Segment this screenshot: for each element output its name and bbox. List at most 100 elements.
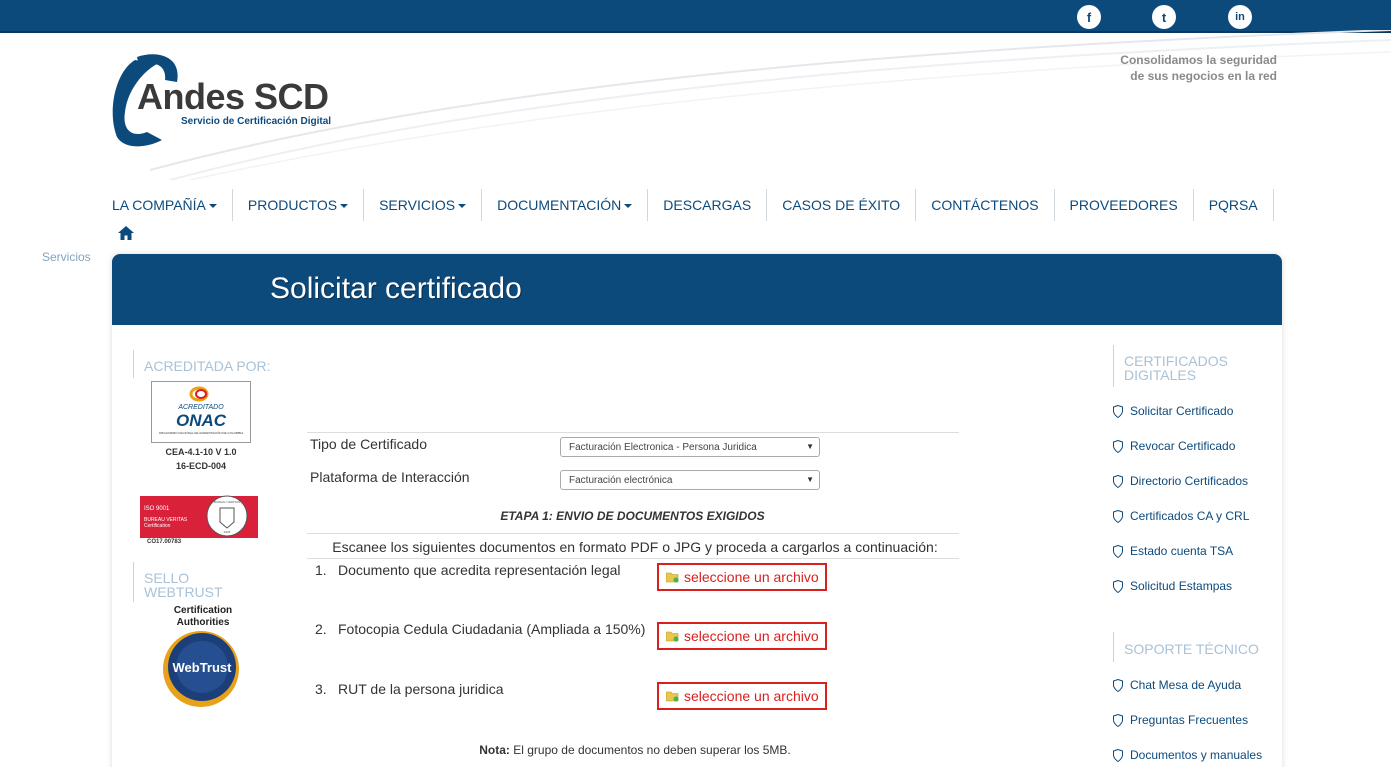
dropdown-arrow-icon: ▼: [806, 442, 814, 451]
nav-casos-de-exito[interactable]: CASOS DE ÉXITO: [767, 189, 917, 221]
cert-code-2: 16-ECD-004: [175, 461, 227, 471]
upload-button-2[interactable]: seleccione un archivo: [657, 622, 827, 650]
accredited-heading: ACREDITADA POR:: [133, 350, 271, 378]
link-label: Directorio Certificados: [1130, 474, 1249, 488]
doc-number: 3.: [315, 681, 327, 697]
webtrust-heading: SELLO WEBTRUST: [133, 562, 223, 602]
webtrust-seal-icon[interactable]: WebTrust: [162, 630, 240, 708]
tipo-select-value: Facturación Electronica - Persona Juridi…: [569, 442, 757, 453]
twitter-icon[interactable]: t: [1152, 5, 1176, 29]
upload-button-label: seleccione un archivo: [684, 628, 819, 644]
nav-productos[interactable]: PRODUCTOS: [233, 189, 365, 221]
link-chat-mesa-ayuda[interactable]: Chat Mesa de Ayuda: [1113, 678, 1241, 692]
onac-logo: ACREDITADO ONAC ORGANISMO NACIONAL DE AC…: [151, 381, 251, 443]
upload-button-label: seleccione un archivo: [684, 688, 819, 704]
doc-text: Documento que acredita representación le…: [338, 562, 621, 578]
link-label: Preguntas Frecuentes: [1130, 713, 1249, 727]
shield-icon: [1113, 439, 1123, 453]
iso-line-3: Certification: [144, 523, 171, 529]
document-label-1: 1. Documento que acredita representación …: [315, 562, 621, 578]
webtrust-heading-1: SELLO: [144, 570, 190, 586]
top-bar: f t in: [0, 0, 1391, 33]
shield-icon: [1113, 678, 1123, 692]
nav-servicios[interactable]: SERVICIOS: [364, 189, 483, 221]
link-label: Documentos y manuales: [1130, 748, 1263, 762]
nav-label: CASOS DE ÉXITO: [782, 197, 901, 213]
onac-top-text: ACREDITADO: [177, 404, 224, 411]
folder-add-icon: [666, 631, 679, 641]
caret-down-icon: [340, 204, 349, 208]
brand-subtitle: Servicio de Certificación Digital: [181, 116, 332, 127]
plataforma-label: Plataforma de Interacción: [310, 469, 470, 485]
certificados-heading-2: DIGITALES: [1124, 367, 1197, 383]
note-text: El grupo de documentos no deben superar …: [509, 743, 791, 757]
link-label: Revocar Certificado: [1130, 439, 1236, 453]
upload-button-label: seleccione un archivo: [684, 569, 819, 585]
link-estado-cuenta-tsa[interactable]: Estado cuenta TSA: [1113, 544, 1233, 558]
link-label: Certificados CA y CRL: [1130, 509, 1250, 523]
cert-code-1: CEA-4.1-10 V 1.0: [165, 447, 237, 457]
upload-button-3[interactable]: seleccione un archivo: [657, 682, 827, 710]
webtrust-heading-2: WEBTRUST: [144, 584, 223, 600]
iso-9001-badge-icon: ISO 9001 BUREAU VERITAS Certification BU…: [140, 495, 258, 538]
folder-add-icon: [666, 572, 679, 582]
breadcrumb[interactable]: Servicios: [42, 250, 91, 264]
document-label-2: 2. Fotocopia Cedula Ciudadania (Ampliada …: [315, 621, 645, 637]
page-title: Solicitar certificado: [270, 272, 522, 305]
link-solicitar-certificado[interactable]: Solicitar Certificado: [1113, 404, 1233, 418]
tagline-line-1: Consolidamos la seguridad: [1120, 53, 1277, 67]
doc-number: 1.: [315, 562, 327, 578]
webtrust-seal-text: WebTrust: [173, 660, 233, 675]
cert-code: CEA-4.1-10 V 1.0 16-ECD-004: [151, 445, 251, 473]
webtrust-label-1: Certification: [173, 605, 233, 616]
nav-descargas[interactable]: DESCARGAS: [648, 189, 768, 221]
link-revocar-certificado[interactable]: Revocar Certificado: [1113, 439, 1235, 453]
iso-seal-text: BUREAU VERITAS: [214, 500, 240, 504]
onac-seal-icon: ACREDITADO ONAC ORGANISMO NACIONAL DE AC…: [159, 386, 243, 435]
nav-contactenos[interactable]: CONTÁCTENOS: [916, 189, 1055, 221]
iso-code: CO17.00783: [147, 539, 182, 545]
certificados-heading-1: CERTIFICADOS: [1124, 353, 1228, 369]
plataforma-select[interactable]: Facturación electrónica ▼: [560, 470, 820, 490]
tagline-line-2: de sus negocios en la red: [1130, 69, 1277, 83]
home-icon[interactable]: [118, 226, 134, 240]
shield-icon: [1113, 579, 1123, 593]
nav-label: CONTÁCTENOS: [931, 197, 1039, 213]
link-label: Estado cuenta TSA: [1130, 544, 1234, 558]
shield-icon: [1113, 474, 1123, 488]
tipo-select[interactable]: Facturación Electronica - Persona Juridi…: [560, 437, 820, 457]
size-note: Nota: El grupo de documentos no deben su…: [310, 743, 960, 757]
tipo-label: Tipo de Certificado: [310, 436, 427, 452]
link-certificados-ca-crl[interactable]: Certificados CA y CRL: [1113, 509, 1249, 523]
nav-documentacion[interactable]: DOCUMENTACIÓN: [482, 189, 649, 221]
facebook-icon[interactable]: f: [1077, 5, 1101, 29]
shield-icon: [1113, 404, 1123, 418]
doc-number: 2.: [315, 621, 327, 637]
brand-name[interactable]: Andes SCD: [137, 76, 329, 118]
certificados-heading: CERTIFICADOS DIGITALES: [1113, 345, 1228, 387]
iso-year: 1828: [224, 530, 231, 534]
soporte-heading: SOPORTE TÉCNICO: [1113, 632, 1259, 662]
nav-la-compania[interactable]: LA COMPAÑÍA: [112, 189, 233, 221]
upload-button-1[interactable]: seleccione un archivo: [657, 563, 827, 591]
link-solicitud-estampas[interactable]: Solicitud Estampas: [1113, 579, 1232, 593]
link-preguntas-frecuentes[interactable]: Preguntas Frecuentes: [1113, 713, 1248, 727]
nav-label: DOCUMENTACIÓN: [497, 197, 622, 213]
linkedin-icon[interactable]: in: [1228, 5, 1252, 29]
link-directorio-certificados[interactable]: Directorio Certificados: [1113, 474, 1248, 488]
etapa-heading: ETAPA 1: ENVIO DE DOCUMENTOS EXIGIDOS: [500, 509, 765, 523]
shield-icon: [1113, 544, 1123, 558]
nav-label: PRODUCTOS: [247, 197, 338, 213]
form-divider: [307, 533, 959, 534]
link-documentos-manuales[interactable]: Documentos y manuales: [1113, 748, 1262, 762]
nav-pqrsa[interactable]: PQRSA: [1194, 189, 1274, 221]
nav-label: PROVEEDORES: [1069, 197, 1178, 213]
form-divider: [307, 558, 959, 559]
nav-label: SERVICIOS: [379, 197, 456, 213]
nav-label: LA COMPAÑÍA: [112, 197, 206, 213]
caret-down-icon: [624, 204, 633, 208]
iso-line-1: ISO 9001: [144, 506, 170, 512]
nav-proveedores[interactable]: PROVEEDORES: [1055, 189, 1194, 221]
caret-down-icon: [458, 204, 467, 208]
document-label-3: 3. RUT de la persona juridica: [315, 681, 504, 697]
